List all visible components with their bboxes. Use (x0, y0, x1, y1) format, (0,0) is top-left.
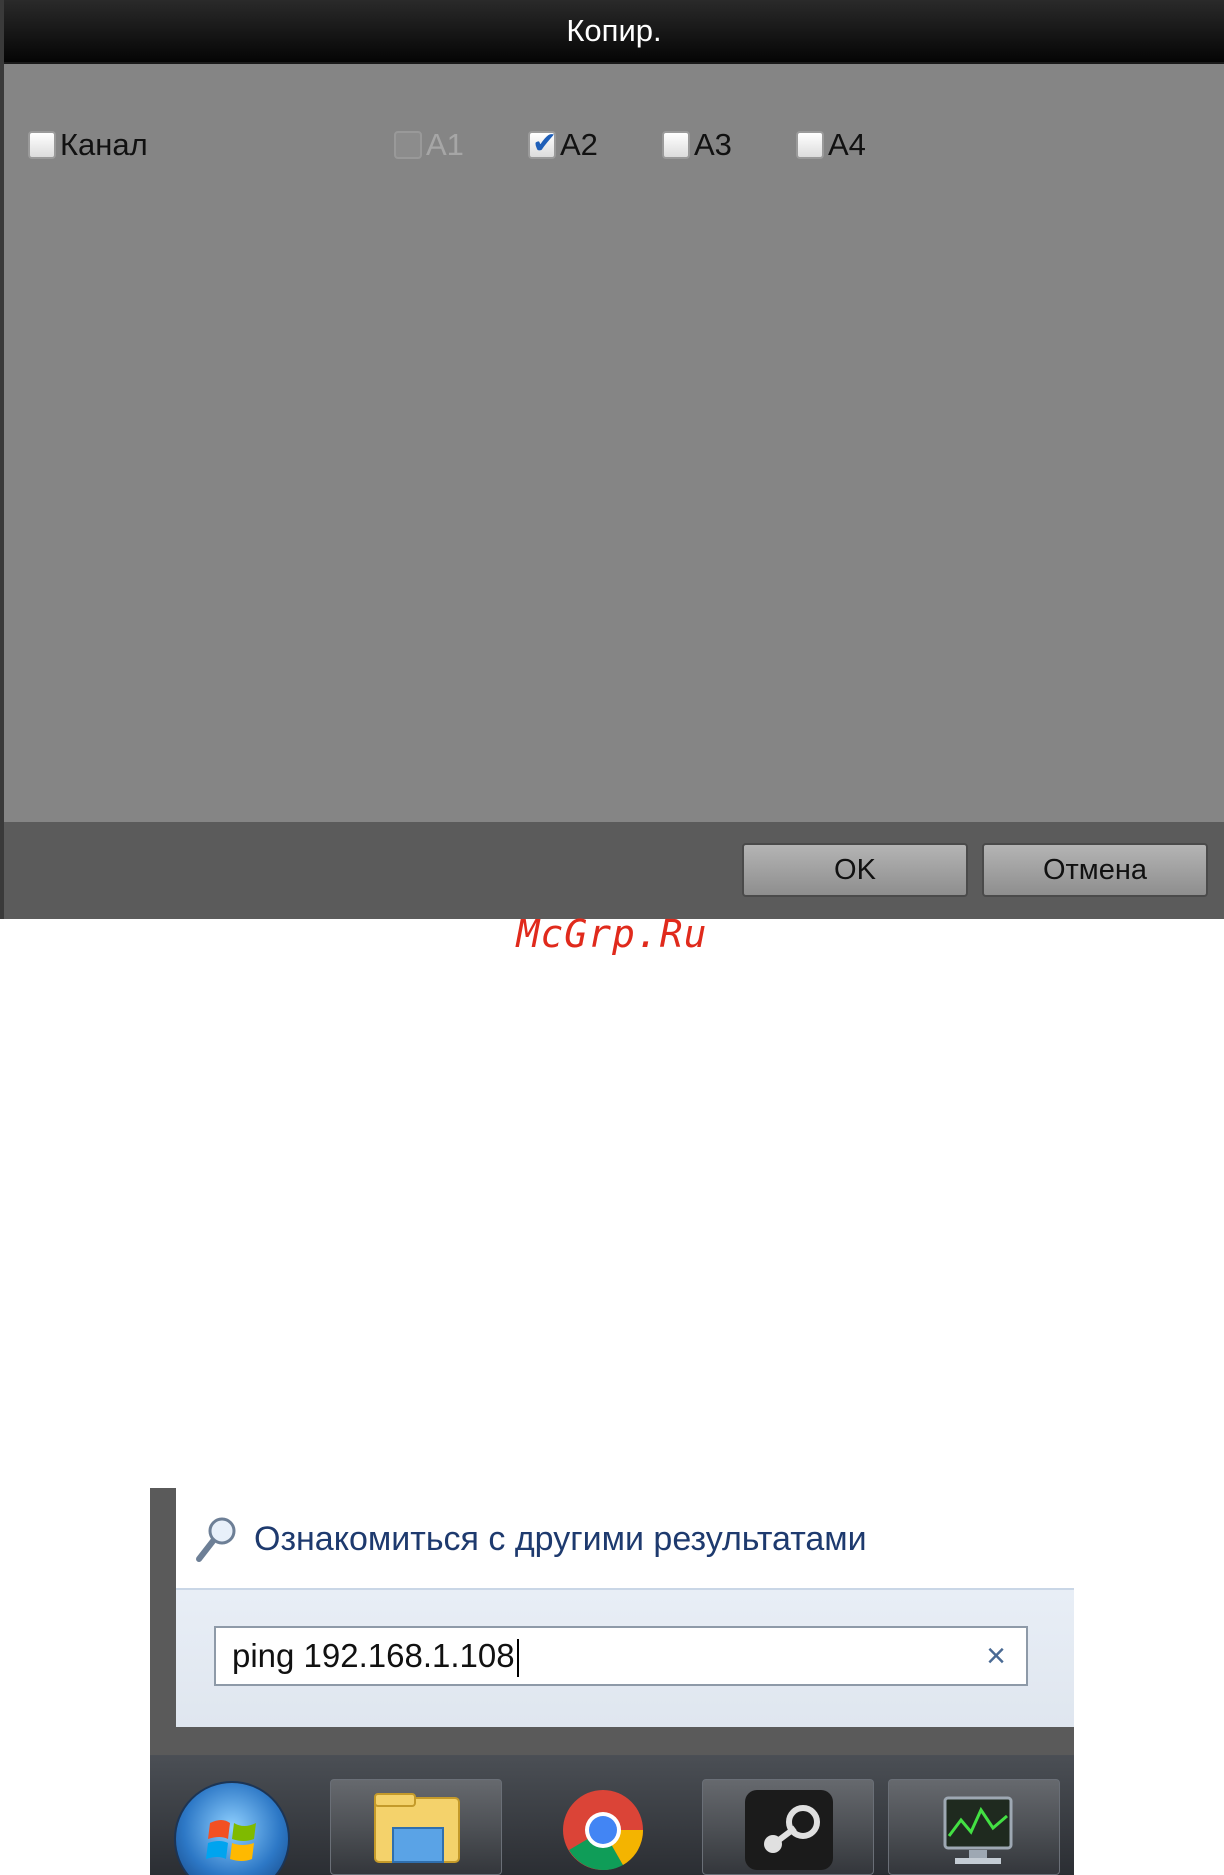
taskbar (150, 1755, 1074, 1875)
cancel-button[interactable]: Отмена (982, 843, 1208, 897)
text-caret (516, 1639, 519, 1678)
option-a2[interactable]: ✔ A2 (528, 126, 598, 164)
channel-label: Канал (60, 127, 148, 162)
steam-button[interactable] (702, 1779, 874, 1875)
chrome-icon (563, 1790, 644, 1870)
a1-label: A1 (426, 127, 464, 162)
resource-monitor-icon (943, 1796, 1013, 1864)
search-icon (196, 1517, 236, 1562)
search-input[interactable]: ping 192.168.1.108 × (214, 1626, 1028, 1686)
search-input-value: ping 192.168.1.108 (232, 1637, 515, 1674)
watermark: McGrp.Ru (516, 912, 708, 956)
copy-dialog: Копир. Канал A1 ✔ A2 A3 A4 OK Отмена (0, 0, 1224, 919)
channel-checkbox-row[interactable]: Канал (28, 126, 148, 164)
file-explorer-button[interactable] (330, 1779, 502, 1875)
a3-label: A3 (694, 127, 732, 162)
a4-checkbox[interactable] (796, 131, 824, 159)
a4-label: A4 (828, 127, 866, 162)
option-a4[interactable]: A4 (796, 126, 866, 164)
a2-checkbox[interactable]: ✔ (528, 127, 557, 161)
more-results-link[interactable]: Ознакомиться с другими результатами (194, 1512, 867, 1566)
channel-checkbox[interactable] (28, 131, 56, 159)
file-explorer-icon (374, 1793, 460, 1863)
start-menu: Ознакомиться с другими результатами ping… (150, 1488, 1074, 1875)
resource-monitor-button[interactable] (888, 1779, 1060, 1875)
option-a3[interactable]: A3 (662, 126, 732, 164)
chrome-button[interactable] (516, 1779, 688, 1875)
clear-search-icon[interactable]: × (986, 1628, 1006, 1684)
option-a1: A1 (394, 126, 464, 164)
more-results-text: Ознакомиться с другими результатами (254, 1519, 867, 1558)
dialog-footer: OK Отмена (4, 822, 1224, 919)
ok-button[interactable]: OK (742, 843, 968, 897)
dialog-title: Копир. (4, 0, 1224, 64)
windows-start-orb[interactable] (174, 1781, 290, 1875)
a2-label: A2 (560, 127, 598, 162)
a3-checkbox[interactable] (662, 131, 690, 159)
start-menu-panel: Ознакомиться с другими результатами ping… (176, 1488, 1074, 1727)
checkmark-icon: ✔ (532, 126, 558, 161)
search-area: ping 192.168.1.108 × (176, 1588, 1074, 1727)
steam-icon (745, 1790, 833, 1870)
windows-logo-icon (206, 1820, 256, 1861)
a1-checkbox (394, 131, 422, 159)
